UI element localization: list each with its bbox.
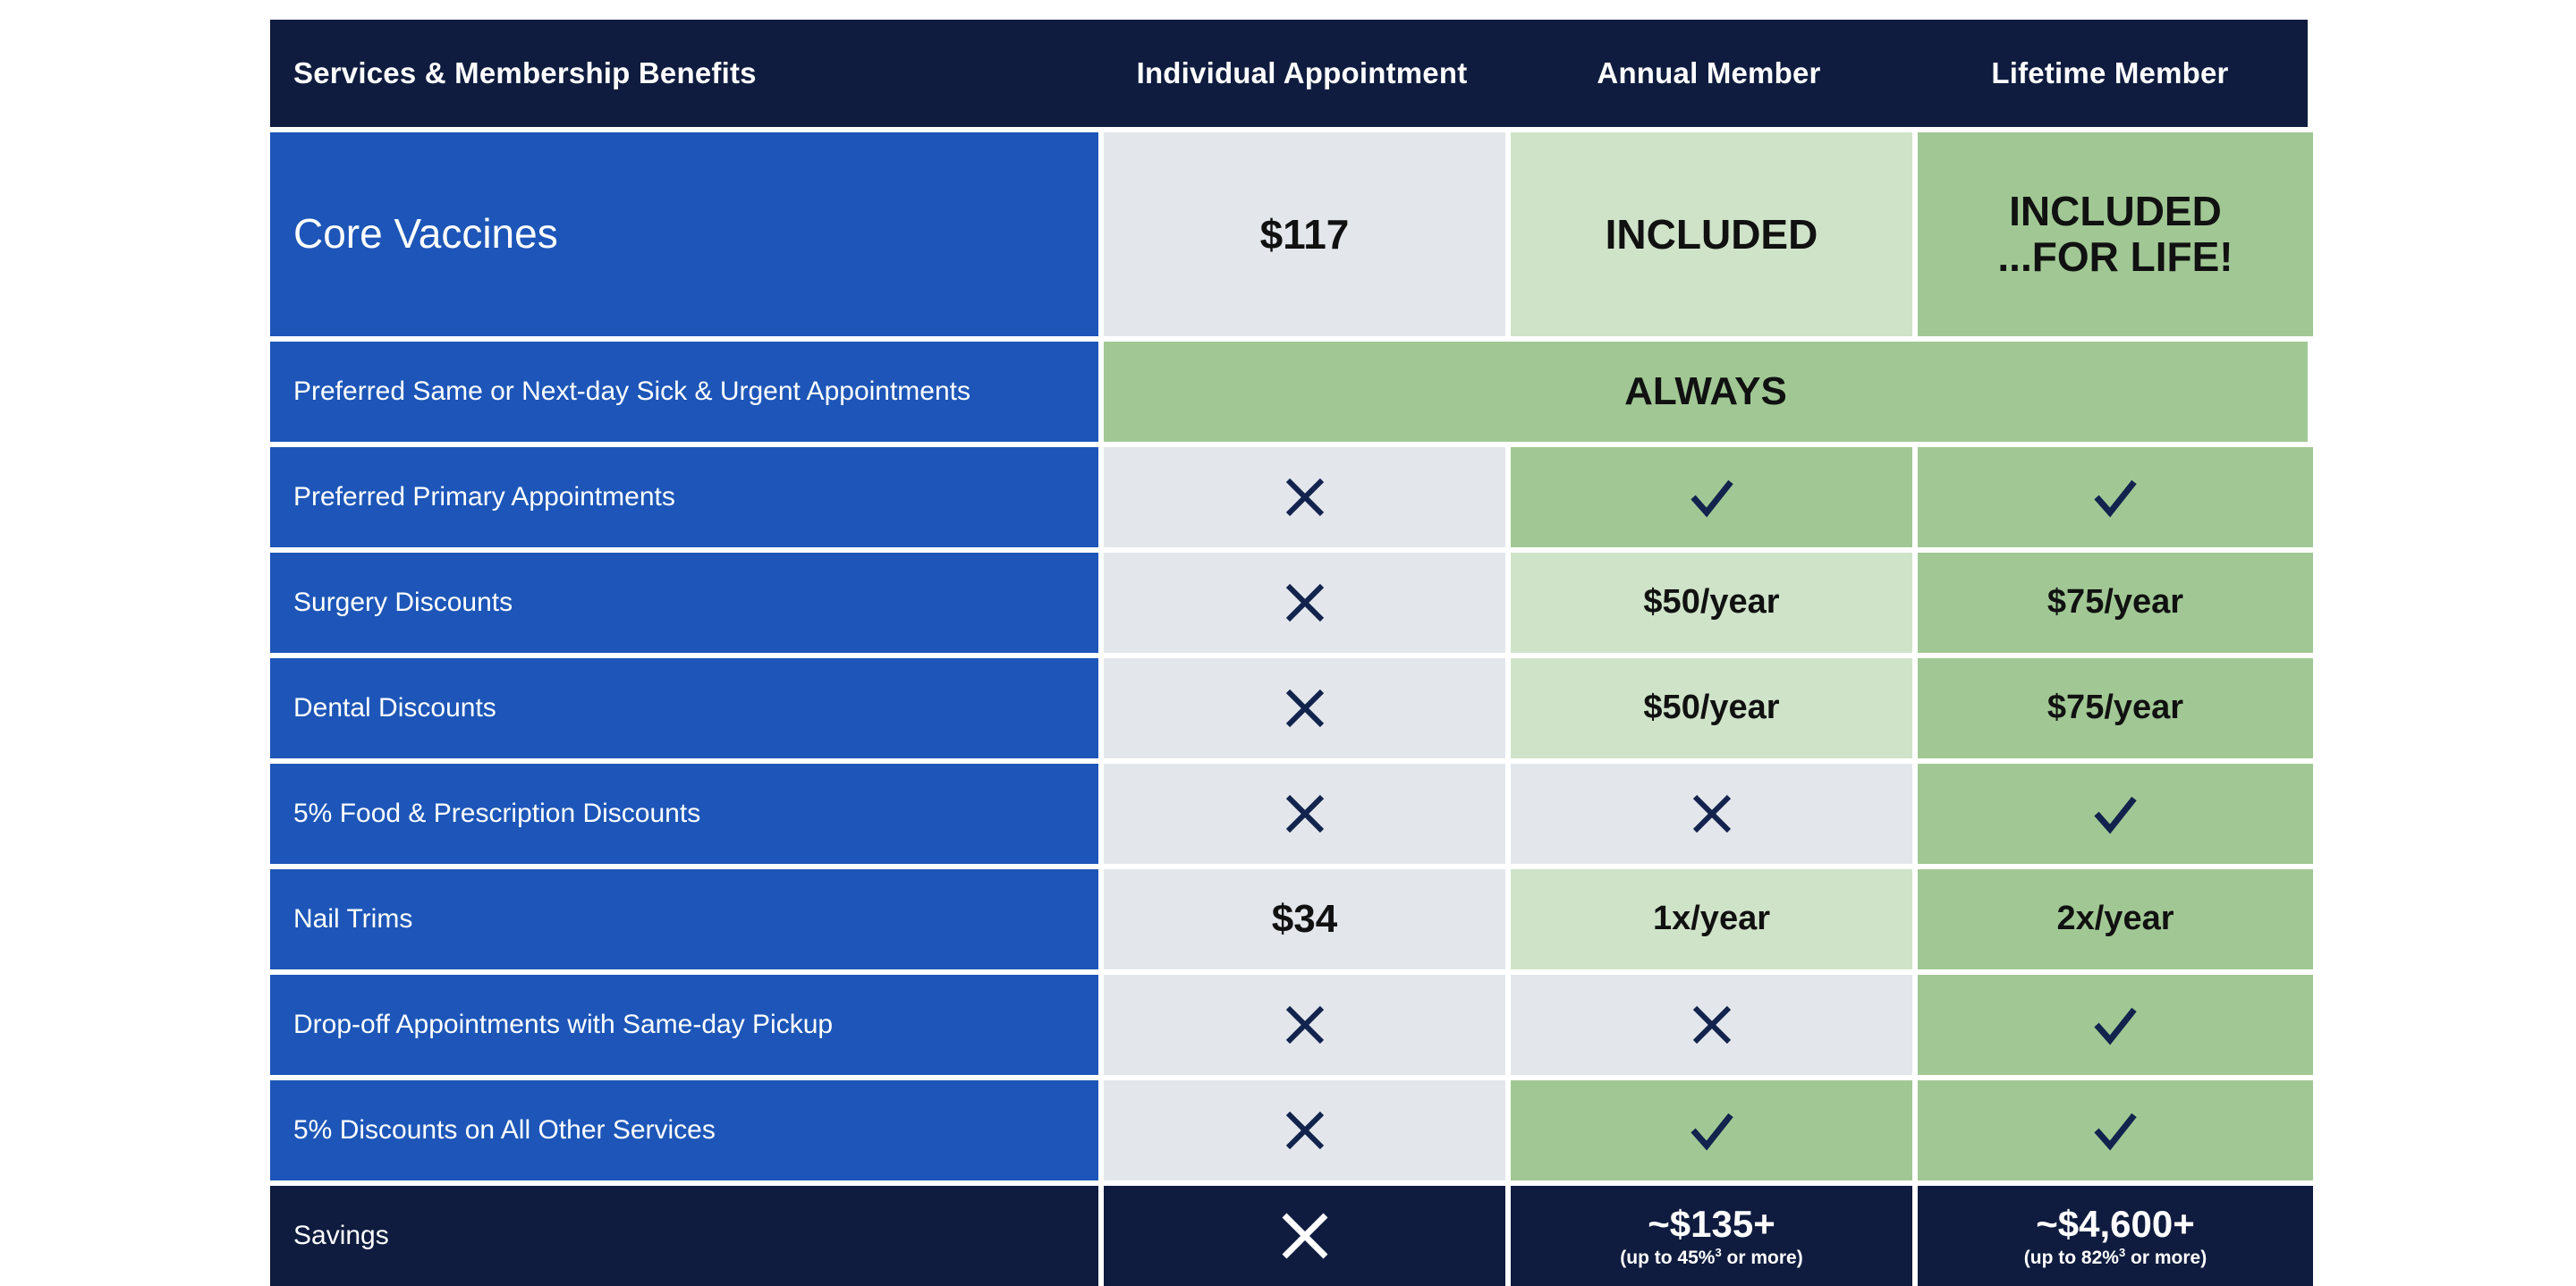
column-header-annual: Annual Member: [1505, 20, 1912, 127]
cell-core-vaccines-lifetime: INCLUDED ...FOR LIFE!: [1918, 132, 2313, 336]
check-icon: [2094, 796, 2137, 834]
cell-savings-lifetime: ~$4,600+ (up to 82%3 or more): [1918, 1186, 2313, 1286]
cell-other-services-lifetime: [1918, 1080, 2313, 1180]
cell-core-vaccines-individual: $117: [1104, 132, 1505, 336]
table-row: Dental Discounts $50/year $75/year: [270, 658, 2313, 758]
cell-preferred-sick-urgent-all: ALWAYS: [1104, 342, 2308, 442]
cell-nail-trims-annual: 1x/year: [1511, 869, 1912, 969]
check-icon: [2094, 1113, 2137, 1151]
cross-icon: [1692, 794, 1731, 833]
cell-dropoff-individual: [1104, 975, 1505, 1075]
cell-surgery-discounts-lifetime: $75/year: [1918, 553, 2313, 653]
row-label-nail-trims: Nail Trims: [270, 869, 1098, 969]
row-label-savings: Savings: [270, 1186, 1098, 1286]
column-header-individual: Individual Appointment: [1098, 20, 1505, 127]
cell-other-services-individual: [1104, 1080, 1505, 1180]
cell-nail-trims-individual: $34: [1104, 869, 1505, 969]
comparison-table: Services & Membership Benefits Individua…: [270, 20, 2313, 1286]
cell-preferred-primary-lifetime: [1918, 447, 2313, 547]
table-row: Preferred Primary Appointments: [270, 447, 2313, 547]
table-row: Nail Trims $34 1x/year 2x/year: [270, 869, 2313, 969]
savings-annual-note-post: or more): [1721, 1248, 1803, 1269]
savings-annual-note: (up to 45%3 or more): [1620, 1246, 1803, 1269]
cell-dropoff-lifetime: [1918, 975, 2313, 1075]
table-row: Savings ~$135+ (up to 45%3 or more) ~$4,…: [270, 1186, 2313, 1286]
check-icon: [1690, 1113, 1733, 1151]
cell-savings-annual: ~$135+ (up to 45%3 or more): [1511, 1186, 1912, 1286]
table-row: Surgery Discounts $50/year $75/year: [270, 553, 2313, 653]
row-label-dental-discounts: Dental Discounts: [270, 658, 1098, 758]
savings-annual-note-pre: (up to 45%: [1620, 1248, 1716, 1269]
savings-lifetime-note: (up to 82%3 or more): [2023, 1246, 2207, 1269]
cross-icon: [1282, 1213, 1327, 1259]
cell-core-vaccines-lifetime-line2: ...FOR LIFE!: [1997, 233, 2233, 280]
row-label-surgery-discounts: Surgery Discounts: [270, 553, 1098, 653]
column-header-lifetime: Lifetime Member: [1912, 20, 2308, 127]
cross-icon: [1285, 689, 1324, 728]
cell-surgery-discounts-individual: [1104, 553, 1505, 653]
cell-savings-individual: [1104, 1186, 1505, 1286]
cell-core-vaccines-annual: INCLUDED: [1511, 132, 1912, 336]
cell-core-vaccines-lifetime-line1: INCLUDED: [2009, 188, 2222, 235]
savings-lifetime-note-pre: (up to 82%: [2023, 1248, 2119, 1269]
table-row: 5% Discounts on All Other Services: [270, 1080, 2313, 1180]
savings-lifetime-note-post: or more): [2125, 1248, 2207, 1269]
check-icon: [2094, 1007, 2137, 1045]
cell-dental-discounts-annual: $50/year: [1511, 658, 1912, 758]
savings-annual-footnote-marker: 3: [1715, 1246, 1722, 1260]
cell-dental-discounts-lifetime: $75/year: [1918, 658, 2313, 758]
cross-icon: [1285, 794, 1324, 833]
cross-icon: [1285, 583, 1324, 622]
cell-food-prescription-individual: [1104, 764, 1505, 864]
table-row: Preferred Same or Next-day Sick & Urgent…: [270, 342, 2308, 442]
cell-preferred-primary-individual: [1104, 447, 1505, 547]
table-row: Drop-off Appointments with Same-day Pick…: [270, 975, 2313, 1075]
cross-icon: [1285, 1005, 1324, 1045]
check-icon: [2094, 479, 2137, 518]
row-label-core-vaccines: Core Vaccines: [270, 132, 1098, 336]
cell-surgery-discounts-annual: $50/year: [1511, 553, 1912, 653]
cell-food-prescription-lifetime: [1918, 764, 2313, 864]
savings-annual-amount: ~$135+: [1648, 1203, 1775, 1246]
row-label-dropoff-appointments: Drop-off Appointments with Same-day Pick…: [270, 975, 1098, 1075]
table-row: Core Vaccines $117 INCLUDED INCLUDED ...…: [270, 132, 2313, 336]
row-label-other-services-discounts: 5% Discounts on All Other Services: [270, 1080, 1098, 1180]
row-label-preferred-primary: Preferred Primary Appointments: [270, 447, 1098, 547]
row-label-food-prescription-discounts: 5% Food & Prescription Discounts: [270, 764, 1098, 864]
check-icon: [1690, 479, 1733, 518]
cell-dropoff-annual: [1511, 975, 1912, 1075]
cell-other-services-annual: [1511, 1080, 1912, 1180]
savings-lifetime-amount: ~$4,600+: [2036, 1203, 2195, 1246]
cell-preferred-primary-annual: [1511, 447, 1912, 547]
table-row: 5% Food & Prescription Discounts: [270, 764, 2313, 864]
cell-nail-trims-lifetime: 2x/year: [1918, 869, 2313, 969]
cross-icon: [1692, 1005, 1731, 1045]
cell-dental-discounts-individual: [1104, 658, 1505, 758]
cell-food-prescription-annual: [1511, 764, 1912, 864]
column-header-service: Services & Membership Benefits: [270, 20, 1098, 127]
cross-icon: [1285, 478, 1324, 517]
table-header-row: Services & Membership Benefits Individua…: [270, 20, 2308, 127]
row-label-preferred-sick-urgent: Preferred Same or Next-day Sick & Urgent…: [270, 342, 1098, 442]
cross-icon: [1285, 1111, 1324, 1150]
